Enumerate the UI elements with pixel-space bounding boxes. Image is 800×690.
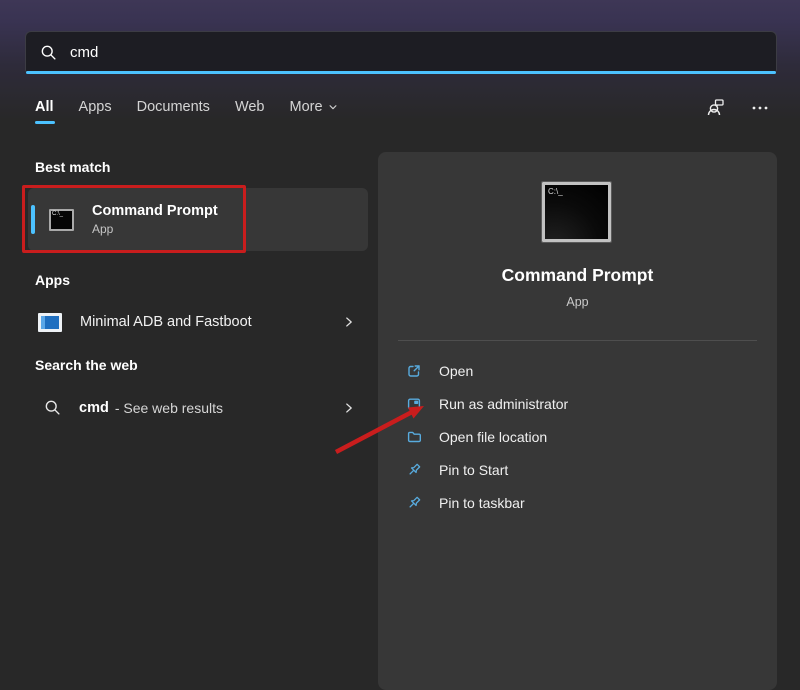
chevron-down-icon <box>328 102 338 112</box>
chevron-right-icon[interactable] <box>342 315 356 329</box>
preview-subtitle: App <box>378 295 777 309</box>
tab-documents[interactable]: Documents <box>137 99 210 124</box>
command-prompt-icon: C:\_ <box>49 209 74 231</box>
best-match-result-command-prompt[interactable]: C:\_ Command Prompt App <box>28 188 368 251</box>
search-icon <box>40 44 57 61</box>
search-input[interactable] <box>70 44 670 61</box>
windows-search-flyout: All Apps Documents Web More Best match C… <box>0 0 800 690</box>
result-title: Command Prompt <box>92 203 218 219</box>
best-match-header: Best match <box>35 159 110 175</box>
search-icon <box>44 399 61 416</box>
web-suffix-text: - See web results <box>115 400 223 416</box>
folder-icon <box>406 429 422 445</box>
action-run-as-administrator[interactable]: Run as administrator <box>378 387 777 420</box>
search-box[interactable] <box>25 31 777 72</box>
preview-title: Command Prompt <box>378 265 777 286</box>
action-list: Open Run as administrator Open file loca… <box>378 354 777 519</box>
web-query-text: cmd <box>79 400 109 416</box>
selection-accent-bar <box>31 205 35 234</box>
command-prompt-large-icon: C:\_ <box>542 182 611 242</box>
action-pin-to-start[interactable]: Pin to Start <box>378 453 777 486</box>
action-pin-to-taskbar[interactable]: Pin to taskbar <box>378 486 777 519</box>
action-open[interactable]: Open <box>378 354 777 387</box>
open-external-icon <box>406 363 422 379</box>
run-as-admin-icon <box>406 396 422 412</box>
search-filter-tabs: All Apps Documents Web More <box>35 99 338 124</box>
preview-panel: C:\_ Command Prompt App Open Run as admi… <box>378 152 777 690</box>
tab-web[interactable]: Web <box>235 99 265 124</box>
chevron-right-icon[interactable] <box>342 401 356 415</box>
app-result-minimal-adb[interactable]: Minimal ADB and Fastboot <box>28 303 368 341</box>
pin-icon <box>406 495 422 511</box>
divider <box>398 340 757 341</box>
action-open-file-location[interactable]: Open file location <box>378 420 777 453</box>
tab-all[interactable]: All <box>35 99 54 124</box>
tab-apps[interactable]: Apps <box>79 99 112 124</box>
feedback-account-icon[interactable] <box>704 97 726 119</box>
web-result-cmd[interactable]: cmd - See web results <box>28 389 368 426</box>
more-options-ellipsis-icon[interactable] <box>750 98 770 118</box>
search-the-web-header: Search the web <box>35 357 138 373</box>
result-subtitle: App <box>92 222 218 236</box>
pin-icon <box>406 462 422 478</box>
tab-more[interactable]: More <box>290 99 338 124</box>
apps-header: Apps <box>35 272 70 288</box>
topbar-icons <box>704 97 770 119</box>
adb-app-icon <box>38 313 62 332</box>
